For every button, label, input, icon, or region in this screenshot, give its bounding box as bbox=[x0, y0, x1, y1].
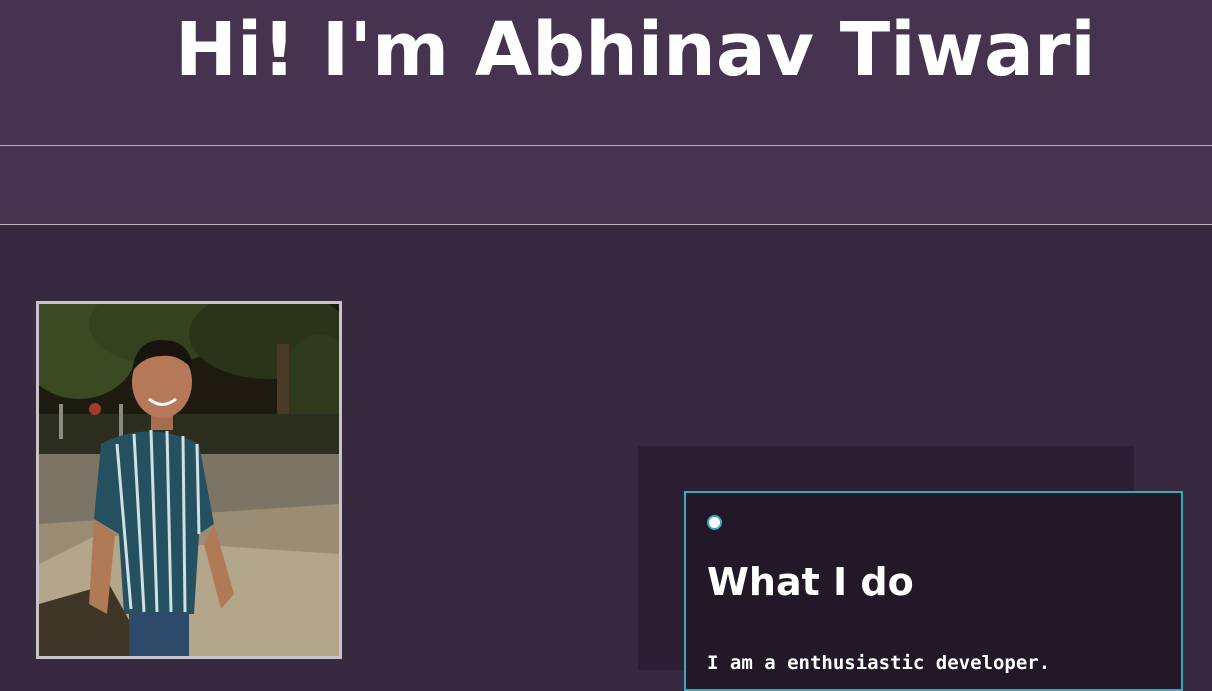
timeline-dot-icon bbox=[707, 515, 722, 530]
profile-photo bbox=[36, 301, 342, 659]
header-divider bbox=[0, 145, 1212, 146]
page-header: Hi! I'm Abhinav Tiwari bbox=[0, 0, 1212, 225]
page-title: Hi! I'm Abhinav Tiwari bbox=[175, 7, 1096, 93]
card-heading: What I do bbox=[707, 560, 914, 604]
profile-photo-image bbox=[39, 304, 339, 656]
card-description: I am a enthusiastic developer. bbox=[707, 652, 1051, 674]
